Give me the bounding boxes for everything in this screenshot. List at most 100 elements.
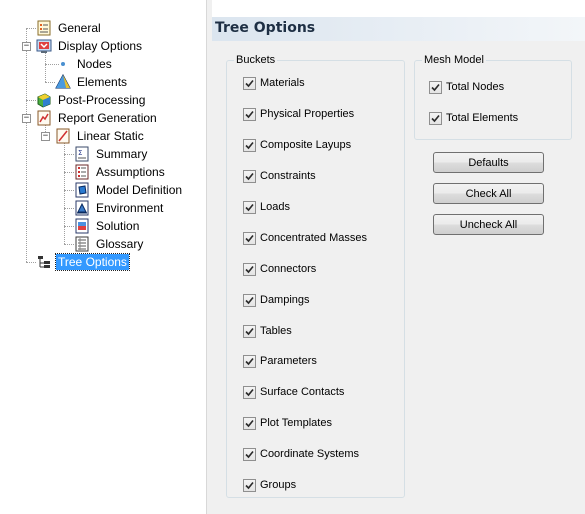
checkbox-composite-layups[interactable]: Composite Layups bbox=[243, 137, 351, 153]
checkbox[interactable] bbox=[243, 169, 256, 183]
options-tree[interactable]: − − − General Display Options Nodes Elem… bbox=[0, 0, 207, 514]
tree-item-glossary[interactable]: Glossary bbox=[74, 235, 145, 253]
collapse-linear-static-icon[interactable]: − bbox=[41, 132, 50, 141]
tree-item-label: Display Options bbox=[58, 39, 143, 53]
checkbox-constraints[interactable]: Constraints bbox=[243, 168, 316, 184]
tree-connector bbox=[64, 172, 74, 173]
tree-item-assumptions[interactable]: Assumptions bbox=[74, 163, 167, 181]
checkbox-label: Connectors bbox=[260, 263, 317, 275]
checkbox[interactable] bbox=[243, 138, 256, 152]
checkbox-connectors[interactable]: Connectors bbox=[243, 261, 316, 277]
checkbox[interactable] bbox=[243, 447, 256, 461]
checkbox-label: Groups bbox=[260, 479, 297, 491]
tree-item-general[interactable]: General bbox=[36, 19, 103, 37]
checkbox[interactable] bbox=[243, 107, 256, 121]
checkbox[interactable] bbox=[243, 324, 256, 338]
mesh-model-group: Mesh Model bbox=[414, 53, 572, 140]
tree-item-label: General bbox=[58, 21, 101, 35]
check-icon bbox=[245, 388, 254, 396]
tree-item-display-options[interactable]: Display Options bbox=[36, 37, 144, 55]
check-icon bbox=[245, 327, 254, 335]
tree-connector bbox=[64, 190, 74, 191]
buckets-group-title: Buckets bbox=[234, 53, 278, 67]
tree-connector bbox=[64, 142, 65, 244]
checkbox-label: Concentrated Masses bbox=[260, 232, 367, 244]
glossary-icon bbox=[74, 236, 90, 252]
tree-item-tree-options[interactable]: Tree Options bbox=[36, 253, 130, 271]
checkbox[interactable] bbox=[243, 478, 256, 492]
post-processing-icon bbox=[36, 92, 52, 108]
checkbox[interactable] bbox=[243, 293, 256, 307]
defaults-button[interactable]: Defaults bbox=[433, 152, 544, 173]
checkbox-tables[interactable]: Tables bbox=[243, 323, 292, 339]
checkbox[interactable] bbox=[429, 80, 442, 94]
tree-item-report-generation[interactable]: Report Generation bbox=[36, 109, 159, 127]
check-icon bbox=[245, 419, 254, 427]
collapse-display-options-icon[interactable]: − bbox=[22, 42, 31, 51]
check-icon bbox=[245, 234, 254, 242]
checkbox-loads[interactable]: Loads bbox=[243, 199, 290, 215]
checkbox[interactable] bbox=[243, 200, 256, 214]
check-icon bbox=[245, 450, 254, 458]
page-title: Tree Options bbox=[215, 20, 316, 36]
checkbox-label: Total Nodes bbox=[446, 81, 505, 93]
checkbox-label: Total Elements bbox=[446, 112, 519, 124]
uncheck-all-button[interactable]: Uncheck All bbox=[433, 214, 544, 235]
tree-item-nodes[interactable]: Nodes bbox=[55, 55, 114, 73]
check-icon bbox=[245, 357, 254, 365]
tree-connector bbox=[26, 100, 36, 101]
tree-connector bbox=[64, 154, 74, 155]
tree-item-post-processing[interactable]: Post-Processing bbox=[36, 91, 147, 109]
summary-icon: Σ bbox=[74, 146, 90, 162]
checkbox-physical-properties[interactable]: Physical Properties bbox=[243, 106, 354, 122]
checkbox-plot-templates[interactable]: Plot Templates bbox=[243, 415, 332, 431]
checkbox[interactable] bbox=[243, 231, 256, 245]
tree-item-linear-static[interactable]: Linear Static bbox=[55, 127, 146, 145]
check-icon bbox=[245, 110, 254, 118]
checkbox-label: Surface Contacts bbox=[260, 386, 345, 398]
tree-item-label: Model Definition bbox=[96, 183, 183, 197]
panel-header: Tree Options bbox=[212, 17, 585, 41]
checkbox-label: Physical Properties bbox=[260, 108, 355, 120]
collapse-report-generation-icon[interactable]: − bbox=[22, 114, 31, 123]
checkbox-concentrated-masses[interactable]: Concentrated Masses bbox=[243, 230, 367, 246]
environment-icon bbox=[74, 200, 90, 216]
check-icon bbox=[245, 141, 254, 149]
checkbox[interactable] bbox=[243, 385, 256, 399]
tree-item-label: Tree Options bbox=[55, 253, 130, 271]
checkbox[interactable] bbox=[243, 262, 256, 276]
checkbox[interactable] bbox=[243, 76, 256, 90]
checkbox-label: Constraints bbox=[260, 170, 316, 182]
checkbox-total-elements[interactable]: Total Elements bbox=[429, 110, 518, 126]
tree-item-environment[interactable]: Environment bbox=[74, 199, 165, 217]
buckets-group: Buckets bbox=[226, 53, 405, 498]
check-icon bbox=[245, 296, 254, 304]
check-all-button[interactable]: Check All bbox=[433, 183, 544, 204]
tree-item-label: Report Generation bbox=[58, 111, 157, 125]
checkbox-label: Tables bbox=[260, 325, 292, 337]
tree-item-label: Solution bbox=[96, 219, 140, 233]
checkbox-groups[interactable]: Groups bbox=[243, 477, 296, 493]
tree-item-label: Elements bbox=[77, 75, 128, 89]
checkbox-parameters[interactable]: Parameters bbox=[243, 353, 317, 369]
checkbox[interactable] bbox=[243, 354, 256, 368]
nodes-icon bbox=[55, 56, 71, 72]
tree-item-label: Summary bbox=[96, 147, 148, 161]
checkbox-dampings[interactable]: Dampings bbox=[243, 292, 310, 308]
checkbox-materials[interactable]: Materials bbox=[243, 75, 305, 91]
linear-static-icon bbox=[55, 128, 71, 144]
checkbox[interactable] bbox=[243, 416, 256, 430]
checkbox-total-nodes[interactable]: Total Nodes bbox=[429, 79, 504, 95]
checkbox[interactable] bbox=[429, 111, 442, 125]
check-icon bbox=[245, 265, 254, 273]
tree-item-solution[interactable]: Solution bbox=[74, 217, 141, 235]
tree-item-summary[interactable]: Σ Summary bbox=[74, 145, 149, 163]
check-icon bbox=[245, 79, 254, 87]
tree-connector bbox=[64, 208, 74, 209]
check-icon bbox=[245, 203, 254, 211]
checkbox-surface-contacts[interactable]: Surface Contacts bbox=[243, 384, 344, 400]
tree-item-model-definition[interactable]: Model Definition bbox=[74, 181, 184, 199]
tree-item-elements[interactable]: Elements bbox=[55, 73, 129, 91]
checkbox-coordinate-systems[interactable]: Coordinate Systems bbox=[243, 446, 359, 462]
tree-item-label: Assumptions bbox=[96, 165, 165, 179]
